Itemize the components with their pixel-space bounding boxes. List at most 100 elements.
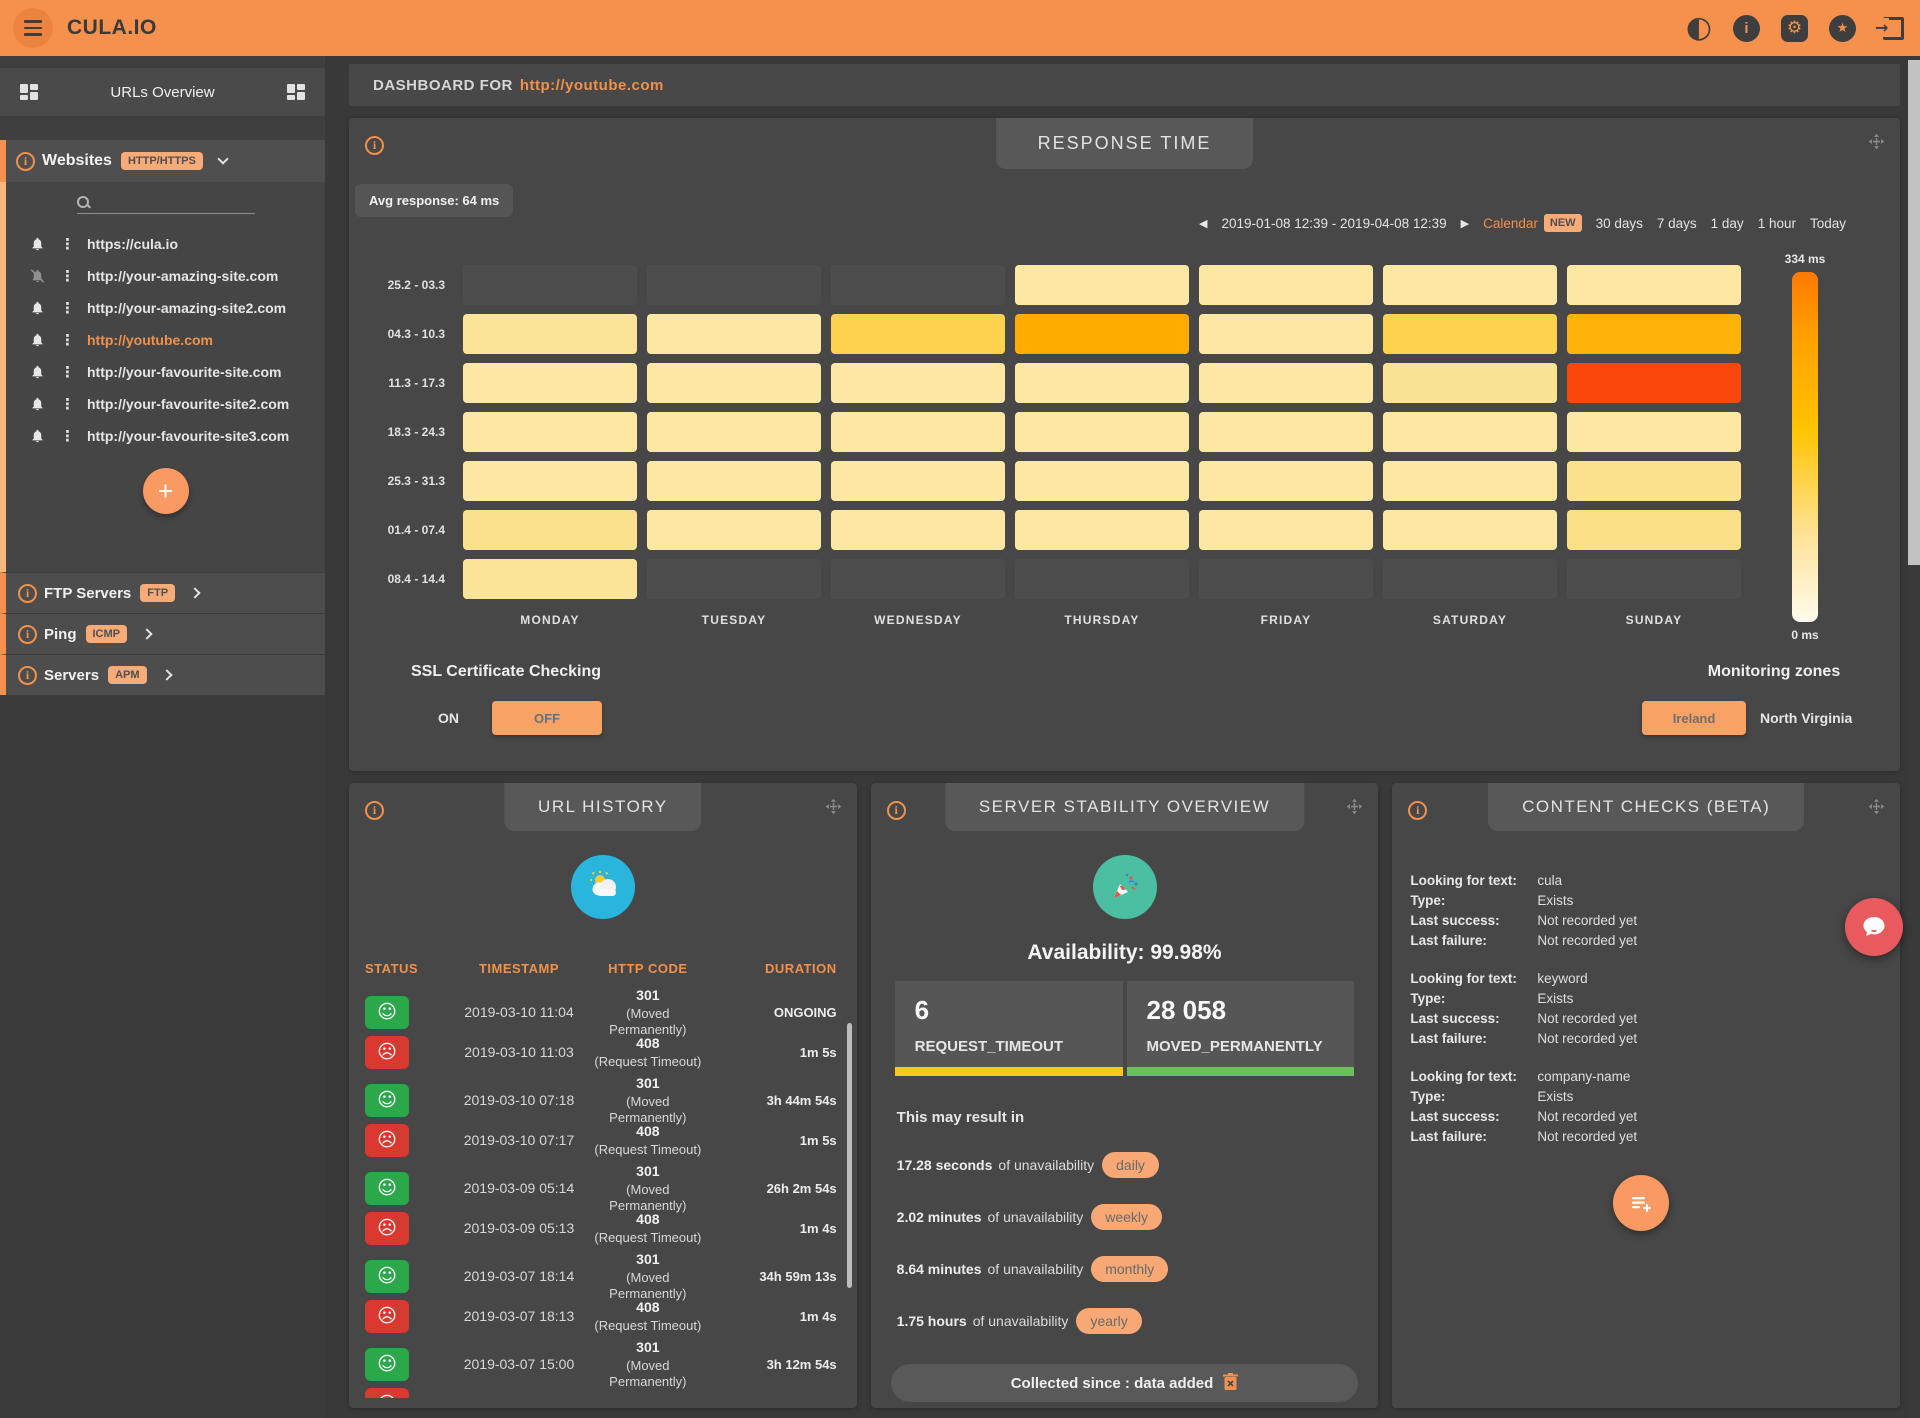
- info-icon[interactable]: i: [18, 666, 37, 685]
- kebab-menu-icon[interactable]: ⋮: [60, 269, 75, 284]
- info-icon[interactable]: i: [18, 625, 37, 644]
- kebab-menu-icon[interactable]: ⋮: [60, 365, 75, 380]
- website-list-item[interactable]: ⋮ http://your-amazing-site2.com: [6, 292, 325, 324]
- heatmap-cell[interactable]: [1567, 461, 1741, 501]
- heatmap-cell[interactable]: [647, 461, 821, 501]
- website-url[interactable]: http://your-favourite-site3.com: [87, 428, 289, 444]
- heatmap-cell[interactable]: [1383, 265, 1557, 305]
- chevron-right-icon[interactable]: [141, 628, 152, 639]
- website-url[interactable]: http://your-amazing-site2.com: [87, 300, 286, 316]
- move-icon[interactable]: [825, 798, 842, 820]
- heatmap-cell[interactable]: [1199, 314, 1373, 354]
- kebab-menu-icon[interactable]: ⋮: [60, 333, 75, 348]
- range-option[interactable]: Today: [1810, 216, 1846, 231]
- website-url[interactable]: http://your-favourite-site.com: [87, 364, 281, 380]
- heatmap-cell[interactable]: [831, 412, 1005, 452]
- heatmap-cell[interactable]: [1015, 363, 1189, 403]
- heatmap-cell[interactable]: [1199, 510, 1373, 550]
- heatmap-cell[interactable]: [1383, 412, 1557, 452]
- heatmap-cell[interactable]: [1383, 461, 1557, 501]
- chevron-right-icon[interactable]: [189, 587, 200, 598]
- move-icon[interactable]: [1346, 798, 1363, 820]
- heatmap-cell[interactable]: [647, 510, 821, 550]
- website-url[interactable]: http://your-favourite-site2.com: [87, 396, 289, 412]
- info-icon[interactable]: i: [1408, 801, 1427, 820]
- settings-icon[interactable]: ⚙: [1781, 15, 1808, 42]
- kebab-menu-icon[interactable]: ⋮: [60, 237, 75, 252]
- kebab-menu-icon[interactable]: ⋮: [60, 301, 75, 316]
- logout-icon[interactable]: →: [1877, 15, 1904, 42]
- info-icon[interactable]: i: [18, 584, 37, 603]
- heatmap-cell[interactable]: [831, 510, 1005, 550]
- heatmap-cell[interactable]: [831, 314, 1005, 354]
- website-url[interactable]: http://your-amazing-site.com: [87, 268, 278, 284]
- heatmap-cell[interactable]: [831, 461, 1005, 501]
- dashboard-url-link[interactable]: http://youtube.com: [520, 77, 664, 94]
- heatmap-cell[interactable]: [1383, 510, 1557, 550]
- chat-widget-button[interactable]: [1845, 898, 1903, 956]
- range-option[interactable]: 1 day: [1711, 216, 1744, 231]
- invert-colors-icon[interactable]: ◐: [1686, 13, 1712, 43]
- heatmap-cell[interactable]: [647, 412, 821, 452]
- info-icon[interactable]: i: [887, 801, 906, 820]
- sidebar-section-apm[interactable]: iServersAPM: [0, 654, 325, 695]
- kebab-menu-icon[interactable]: ⋮: [60, 397, 75, 412]
- website-list-item[interactable]: ⋮https://cula.io: [6, 228, 325, 260]
- heatmap-cell[interactable]: [1383, 363, 1557, 403]
- heatmap-cell[interactable]: [463, 559, 637, 599]
- ssl-on-option[interactable]: ON: [438, 710, 459, 726]
- heatmap-cell[interactable]: [1199, 461, 1373, 501]
- heatmap-cell[interactable]: [1199, 412, 1373, 452]
- heatmap-cell[interactable]: [1567, 412, 1741, 452]
- heatmap-cell[interactable]: [1567, 314, 1741, 354]
- heatmap-cell[interactable]: [1015, 314, 1189, 354]
- bell-icon[interactable]: [30, 332, 46, 348]
- website-list-item[interactable]: ⋮http://your-favourite-site3.com: [6, 420, 325, 452]
- heatmap-cell[interactable]: [1015, 461, 1189, 501]
- page-scrollbar-thumb[interactable]: [1908, 60, 1920, 565]
- bell-icon[interactable]: [30, 300, 46, 316]
- range-option[interactable]: 30 days: [1596, 216, 1643, 231]
- range-option[interactable]: 7 days: [1657, 216, 1697, 231]
- move-icon[interactable]: [1868, 133, 1885, 155]
- website-search[interactable]: [77, 196, 255, 214]
- sidebar-section-icmp[interactable]: iPingICMP: [0, 613, 325, 654]
- info-icon[interactable]: i: [1733, 15, 1760, 42]
- website-list-item[interactable]: ⋮http://youtube.com: [6, 324, 325, 356]
- heatmap-cell[interactable]: [1199, 265, 1373, 305]
- sidebar-section-ftp[interactable]: iFTP ServersFTP: [0, 572, 325, 613]
- heatmap-cell[interactable]: [1567, 363, 1741, 403]
- ssl-off-button[interactable]: OFF: [492, 701, 602, 735]
- heatmap-cell[interactable]: [463, 510, 637, 550]
- heatmap-cell[interactable]: [463, 363, 637, 403]
- next-range-arrow[interactable]: ▶: [1461, 217, 1469, 230]
- sidebar-section-websites[interactable]: i Websites HTTP/HTTPS: [0, 140, 325, 182]
- bell-muted-icon[interactable]: [30, 268, 46, 284]
- heatmap-cell[interactable]: [1567, 265, 1741, 305]
- website-list-item[interactable]: ⋮ http://your-amazing-site.com: [6, 260, 325, 292]
- heatmap-cell[interactable]: [1383, 314, 1557, 354]
- table-scrollbar[interactable]: [847, 1023, 852, 1288]
- info-icon[interactable]: i: [365, 801, 384, 820]
- add-website-button[interactable]: +: [143, 468, 189, 514]
- zone-north-virginia-option[interactable]: North Virginia: [1760, 710, 1852, 726]
- bell-icon[interactable]: [30, 236, 46, 252]
- add-content-check-button[interactable]: [1613, 1175, 1669, 1231]
- chevron-right-icon[interactable]: [161, 669, 172, 680]
- bell-icon[interactable]: [30, 364, 46, 380]
- prev-range-arrow[interactable]: ◀: [1199, 217, 1207, 230]
- heatmap-cell[interactable]: [1015, 412, 1189, 452]
- heatmap-cell[interactable]: [463, 314, 637, 354]
- heatmap-cell[interactable]: [463, 461, 637, 501]
- heatmap-cell[interactable]: [647, 363, 821, 403]
- website-list-item[interactable]: ⋮ http://your-favourite-site.com: [6, 356, 325, 388]
- heatmap-cell[interactable]: [1567, 510, 1741, 550]
- chevron-down-icon[interactable]: [217, 153, 228, 164]
- star-icon[interactable]: ★: [1829, 15, 1856, 42]
- heatmap-cell[interactable]: [831, 363, 1005, 403]
- heatmap-cell[interactable]: [1015, 265, 1189, 305]
- zone-ireland-button[interactable]: Ireland: [1642, 701, 1746, 735]
- heatmap-cell[interactable]: [1199, 363, 1373, 403]
- bell-icon[interactable]: [30, 428, 46, 444]
- heatmap-cell[interactable]: [647, 314, 821, 354]
